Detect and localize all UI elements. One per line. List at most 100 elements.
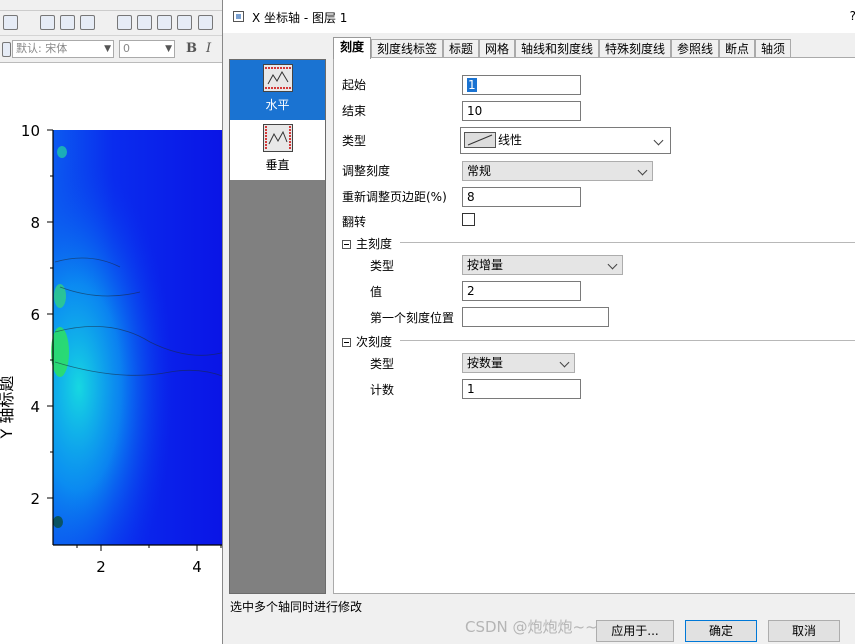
major-ticks-header[interactable]: 主刻度 [342,235,392,251]
reverse-checkbox[interactable] [462,213,475,226]
heatmap-peak-dark [53,516,63,528]
axis-list: 水平 垂直 [229,59,326,594]
chevron-down-icon: ▼ [165,44,172,54]
tab-tick-labels[interactable]: 刻度线标签 [371,39,443,58]
horizontal-axis-icon [262,64,293,92]
linear-scale-icon [464,132,496,148]
reverse-label: 翻转 [342,215,367,229]
axis-item-horizontal[interactable]: 水平 [230,60,325,120]
chevron-down-icon [637,165,648,176]
menu-bar[interactable] [0,0,225,11]
minor-ticks-header[interactable]: 次刻度 [342,333,392,349]
chevron-down-icon [559,357,570,368]
open-folder-icon[interactable] [117,15,132,30]
font-name-select[interactable]: 默认: 宋体 ▼ [12,40,114,58]
rescale-margin-input[interactable]: 8 [462,187,581,207]
axis-item-label: 水平 [265,98,290,112]
tab-scale[interactable]: 刻度 [333,37,371,59]
rescale-margin-label: 重新调整页边距(%) [342,190,447,204]
tab-line-and-ticks[interactable]: 轴线和刻度线 [515,39,599,58]
scale-tab-panel: 起始 1 结束 10 类型 线性 调整刻度 常规 重新调整页边距(%) 8 翻转… [333,57,855,594]
scale-type-value: 线性 [498,133,523,147]
format-toolbar: 默认: 宋体 ▼ 0 ▼ B I [0,36,225,63]
rescale-value: 常规 [467,164,492,178]
new-notes-icon[interactable] [80,15,95,30]
axis-item-label: 垂直 [265,158,290,172]
status-text: 选中多个轴同时进行修改 [230,600,363,614]
rescale-select[interactable]: 常规 [462,161,653,181]
dialog-title: X 坐标轴 - 图层 1 [252,11,348,25]
major-type-label: 类型 [370,259,395,273]
type-label: 类型 [342,134,367,148]
from-value-selection: 1 [467,78,477,92]
ok-button[interactable]: 确定 [685,620,757,642]
minor-type-select[interactable]: 按数量 [462,353,575,373]
save-template-icon[interactable] [177,15,192,30]
tab-title[interactable]: 标题 [443,39,479,58]
y-tick-label: 10 [21,122,40,140]
font-size-select[interactable]: 0 ▼ [119,40,175,58]
window-icon [233,11,244,22]
major-value-label: 值 [370,285,383,299]
tab-rug[interactable]: 轴须 [755,39,791,58]
collapse-icon [342,240,351,249]
x-axis-ticks: 24 [76,545,222,576]
new-matrix-icon[interactable] [60,15,75,30]
first-tick-label: 第一个刻度位置 [370,311,455,325]
major-type-select[interactable]: 按增量 [462,255,623,275]
x-tick-label: 4 [192,558,202,576]
background-app-window: 默认: 宋体 ▼ 0 ▼ B I 10 8 6 4 2 2 4 轴标题 [0,0,225,644]
y-axis-title[interactable]: Y 轴标题 [0,376,16,440]
bold-button[interactable]: B [186,41,197,56]
scale-type-select[interactable]: 线性 [460,127,671,154]
from-label: 起始 [342,78,367,92]
rescale-label: 调整刻度 [342,164,391,178]
graph-icon[interactable] [3,15,18,30]
tab-grid[interactable]: 网格 [479,39,515,58]
minor-type-value: 按数量 [467,356,504,370]
major-type-value: 按增量 [467,258,504,272]
axis-dialog: X 坐标轴 - 图层 1 ? 水平 垂直 刻度 刻度线标签 标题 网格 轴线和刻… [222,0,855,644]
open-template-icon[interactable] [137,15,152,30]
cancel-button[interactable]: 取消 [768,620,840,642]
axis-item-vertical[interactable]: 垂直 [230,120,325,180]
section-divider [400,242,855,243]
dialog-titlebar[interactable]: X 坐标轴 - 图层 1 ? [223,0,855,33]
help-button[interactable]: ? [850,9,855,23]
heatmap-peak-green [51,327,69,377]
heatmap-peak-green [54,284,66,308]
y-tick-label: 4 [30,398,40,416]
tab-reference-lines[interactable]: 参照线 [671,39,719,58]
collapse-icon [342,338,351,347]
to-label: 结束 [342,104,367,118]
y-axis-ticks: 10 8 6 4 2 [21,122,53,508]
heatmap-peak-green [57,146,67,158]
from-input[interactable]: 1 [462,75,581,95]
heatmap-highlight [53,130,225,545]
save-icon[interactable] [157,15,172,30]
tab-special-ticks[interactable]: 特殊刻度线 [599,39,671,58]
minor-count-label: 计数 [370,383,395,397]
chevron-down-icon: ▼ [104,44,111,54]
y-tick-label: 6 [30,306,40,324]
standard-toolbar [0,11,225,36]
new-book-icon[interactable] [40,15,55,30]
vertical-axis-icon [262,124,293,152]
italic-button[interactable]: I [206,41,211,56]
contour-plot[interactable]: 108642 24 Y 轴标题 [0,62,225,644]
y-tick-label: 8 [30,214,40,232]
apply-to-button[interactable]: 应用于... [596,620,674,642]
tab-strip: 刻度 刻度线标签 标题 网格 轴线和刻度线 特殊刻度线 参照线 断点 轴须 [333,37,855,59]
chevron-down-icon [607,259,618,270]
export-icon[interactable] [198,15,213,30]
first-tick-input[interactable] [462,307,609,327]
major-value-input[interactable]: 2 [462,281,581,301]
to-input[interactable]: 10 [462,101,581,121]
chevron-down-icon [653,135,664,146]
minor-count-input[interactable]: 1 [462,379,581,399]
x-tick-label: 2 [96,558,106,576]
section-divider [400,340,855,341]
tab-breaks[interactable]: 断点 [719,39,755,58]
y-tick-label: 2 [30,490,40,508]
font-toolbar-grip-icon [2,42,11,57]
